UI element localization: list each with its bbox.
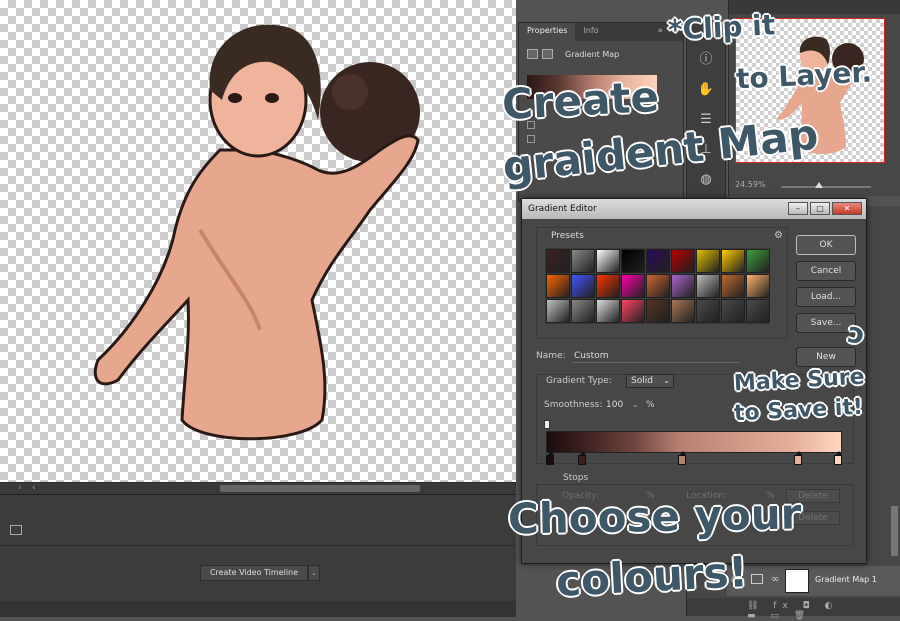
annotation-clip-line2: to Layer. — [735, 55, 873, 96]
smoothness-unit: % — [646, 400, 655, 410]
gradient-preset-swatch[interactable] — [696, 299, 720, 323]
layers-scrollbar[interactable] — [891, 506, 898, 556]
scroll-left-icon[interactable]: ‹ — [32, 483, 36, 493]
navigator-zoom-value[interactable]: 24.59% — [735, 180, 766, 189]
name-label: Name: — [536, 351, 566, 361]
gradient-preset-swatch[interactable] — [621, 249, 645, 273]
tab-properties[interactable]: Properties — [519, 23, 576, 41]
annotation-choose-line2: colours! — [554, 547, 749, 606]
smoothness-label: Smoothness: — [544, 400, 603, 410]
gradient-preset-swatch[interactable] — [696, 274, 720, 298]
smoothness-dropdown-icon[interactable]: ⌄ — [632, 400, 639, 409]
annotation-clip-line1: *Clip it — [667, 8, 776, 47]
gradient-preset-swatch[interactable] — [621, 299, 645, 323]
ok-button[interactable]: OK — [796, 235, 856, 255]
dialog-title: Gradient Editor — [528, 204, 597, 214]
gradient-preset-swatch[interactable] — [671, 299, 695, 323]
minimize-icon[interactable]: – — [788, 202, 808, 215]
layer-name[interactable]: Gradient Map 1 — [815, 575, 877, 584]
gradient-type-select[interactable]: Solid ⌄ — [626, 374, 674, 388]
gradient-type-value: Solid — [631, 376, 653, 386]
adjustment-type-label: Gradient Map — [565, 49, 620, 59]
scrollbar-thumb[interactable] — [220, 485, 420, 492]
gradient-preset-swatch[interactable] — [746, 249, 770, 273]
adjustment-header: Gradient Map — [527, 49, 619, 59]
opacity-stop[interactable] — [544, 420, 550, 429]
gradient-preset-swatch[interactable] — [671, 274, 695, 298]
save-button[interactable]: Save... — [796, 313, 856, 333]
timeline-divider — [0, 545, 516, 546]
panel-collapse-icon[interactable]: » — [657, 26, 663, 36]
presets-label: Presets — [551, 231, 584, 241]
new-button[interactable]: New — [796, 347, 856, 367]
scroll-left-icon[interactable]: › — [18, 483, 22, 493]
canvas-horizontal-scrollbar[interactable]: › ‹ — [0, 482, 516, 494]
gradient-preset-swatch[interactable] — [571, 299, 595, 323]
adjustment-thumb-icon — [751, 574, 763, 584]
gradient-preset-swatch[interactable] — [671, 249, 695, 273]
gradient-preset-swatch[interactable] — [571, 249, 595, 273]
timeline-panel: Create Video Timeline ⌄ — [0, 494, 516, 617]
chain-link-icon[interactable]: ∞ — [771, 574, 779, 585]
gradient-preset-swatch[interactable] — [596, 299, 620, 323]
smoothness-input[interactable]: 100 — [606, 400, 623, 410]
create-video-timeline-button[interactable]: Create Video Timeline — [200, 565, 308, 581]
gradient-preset-swatch[interactable] — [746, 274, 770, 298]
tab-info[interactable]: Info — [575, 23, 606, 41]
zoom-slider-knob[interactable] — [815, 182, 823, 188]
gradient-preset-swatch[interactable] — [646, 274, 670, 298]
panel-icon-strip: ⓘ ✋ ☰ ⊥ ◍ — [686, 22, 726, 202]
color-stop[interactable] — [678, 451, 686, 465]
swatches-icon[interactable]: ◍ — [697, 171, 715, 189]
gradient-preset-swatch[interactable] — [721, 274, 745, 298]
gradient-preset-swatch[interactable] — [546, 274, 570, 298]
adjustment-layer-icon — [527, 49, 538, 59]
window-controls: – □ ✕ — [788, 202, 862, 215]
timeline-type-dropdown[interactable]: ⌄ — [308, 565, 320, 581]
annotation-create: Create — [500, 71, 661, 130]
cancel-button[interactable]: Cancel — [796, 261, 856, 281]
color-stop[interactable] — [546, 451, 554, 465]
maximize-icon[interactable]: □ — [810, 202, 830, 215]
gradient-preset-swatch[interactable] — [696, 249, 720, 273]
timeline-footer — [0, 601, 516, 617]
gradient-preset-swatch[interactable] — [546, 249, 570, 273]
gradient-preset-swatch[interactable] — [721, 299, 745, 323]
color-stop[interactable] — [578, 451, 586, 465]
character-artwork — [93, 24, 420, 441]
annotation-choose-line1: Choose your — [507, 489, 802, 544]
presets-grid — [545, 248, 770, 324]
layer-row[interactable]: ◉ ∞ Gradient Map 1 — [727, 566, 900, 596]
close-icon[interactable]: ✕ — [832, 202, 862, 215]
gradient-bar[interactable] — [546, 431, 842, 453]
dialog-title-bar[interactable]: Gradient Editor – □ ✕ — [522, 199, 866, 219]
stops-label: Stops — [560, 473, 592, 483]
gradient-preset-swatch[interactable] — [596, 249, 620, 273]
color-stop[interactable] — [794, 451, 802, 465]
layer-mask-icon[interactable] — [542, 49, 553, 59]
gradient-preset-swatch[interactable] — [746, 299, 770, 323]
layer-mask-thumbnail[interactable] — [785, 569, 809, 593]
gradient-preset-swatch[interactable] — [596, 274, 620, 298]
layers-footer-icons[interactable]: ⛓ fx ◘ ◐ ▬ ▭ 🗑 — [687, 598, 900, 621]
gradient-preset-swatch[interactable] — [621, 274, 645, 298]
document-canvas[interactable] — [0, 0, 516, 482]
gradient-preset-swatch[interactable] — [546, 299, 570, 323]
info-icon[interactable]: ⓘ — [697, 51, 715, 69]
navigator-zoom-slider[interactable] — [781, 186, 871, 188]
gradient-name-input[interactable] — [572, 349, 740, 363]
presets-gear-icon[interactable]: ⚙ — [774, 230, 783, 241]
gradient-type-label: Gradient Type: — [546, 376, 612, 386]
gradient-preset-swatch[interactable] — [646, 249, 670, 273]
color-stop[interactable] — [834, 451, 842, 465]
gradient-preset-swatch[interactable] — [571, 274, 595, 298]
load-button[interactable]: Load... — [796, 287, 856, 307]
gradient-preset-swatch[interactable] — [721, 249, 745, 273]
hand-tool-icon[interactable]: ✋ — [697, 81, 715, 99]
gradient-preset-swatch[interactable] — [646, 299, 670, 323]
chevron-down-icon: ⌄ — [663, 376, 670, 385]
timeline-render-icon[interactable] — [10, 525, 22, 535]
presets-section: Presets ⚙ — [536, 227, 788, 339]
